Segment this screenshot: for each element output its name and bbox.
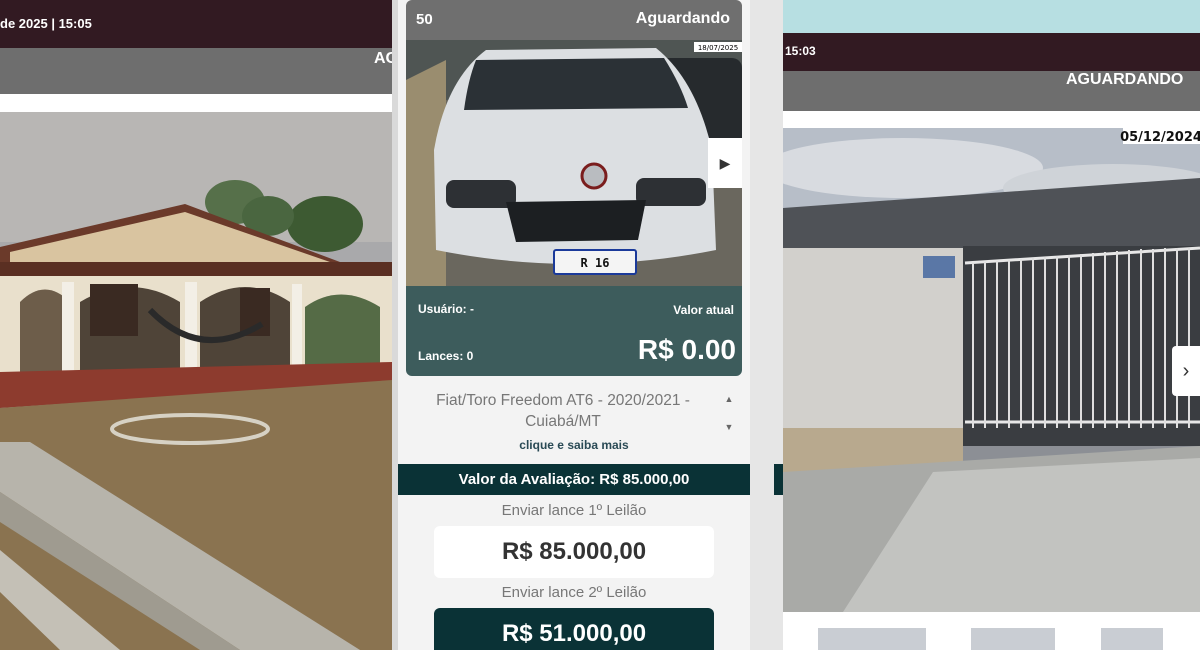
house-photo[interactable]	[0, 112, 392, 650]
car-photo-date: 18/07/2025	[698, 44, 738, 52]
top-band	[783, 0, 1200, 33]
listing-status-bar: AGUARDANDO	[783, 71, 1200, 111]
scroll-up-icon[interactable]: ▲	[722, 392, 736, 406]
description-scrollbar[interactable]: ▲ ▼	[722, 392, 736, 434]
bids-count: Lances: 0	[418, 349, 474, 363]
left-listing-card[interactable]: de 2025 | 15:05 AG	[0, 0, 392, 650]
listing-date-bar: 15:03	[783, 33, 1200, 71]
current-value: R$ 0.00	[637, 334, 736, 365]
lot-description: Fiat/Toro Freedom AT6 - 2020/2021 - Cuia…	[408, 390, 718, 432]
listing-status-bar: AG	[0, 48, 392, 94]
listing-datetime: de 2025 | 15:05	[0, 16, 92, 31]
first-auction-label: Enviar lance 1º Leilão	[501, 502, 647, 519]
car-photo[interactable]: R 16 18/07/2025 ▶	[406, 40, 742, 286]
lot-status: Aguardando	[635, 10, 730, 27]
listing-date-bar: de 2025 | 15:05	[0, 0, 392, 48]
evaluation-bar-edge	[774, 464, 783, 495]
play-icon: ▶	[719, 154, 731, 171]
card-divider	[750, 0, 783, 650]
next-photo-button[interactable]: ▶	[708, 138, 742, 188]
license-plate: R 16	[581, 256, 610, 270]
lot-header: 50 Aguardando	[406, 0, 742, 40]
listing-status: AG	[374, 50, 392, 67]
listing-status: AGUARDANDO	[1066, 71, 1184, 88]
scroll-down-icon[interactable]: ▼	[722, 420, 736, 434]
photo-thumbnail[interactable]	[818, 628, 926, 650]
bid-info-panel: Usuário: - Valor atual Lances: 0 R$ 0.00	[406, 286, 742, 376]
photo-thumbnail[interactable]	[1101, 628, 1163, 650]
house-photo[interactable]: 05/12/2024 ›	[783, 128, 1200, 612]
lot-number: 50	[416, 11, 433, 28]
listing-time: 15:03	[785, 44, 816, 58]
second-auction-bid-button[interactable]: R$ 51.000,00	[434, 608, 714, 650]
chevron-right-icon: ›	[1182, 359, 1190, 382]
evaluation-bar: Valor da Avaliação: R$ 85.000,00	[398, 464, 750, 495]
current-value-label: Valor atual	[673, 303, 734, 317]
user-label: Usuário: -	[418, 302, 475, 316]
center-listing-card[interactable]: 50 Aguardando R 16 18/07/2025 ▶ Usuário:…	[398, 0, 750, 650]
description-line: Fiat/Toro Freedom AT6 - 2020/2021 -	[436, 392, 690, 409]
second-auction-label: Enviar lance 2º Leilão	[501, 584, 647, 601]
description-line: Cuiabá/MT	[525, 413, 601, 430]
photo-thumbnail[interactable]	[971, 628, 1055, 650]
more-info-link[interactable]: clique e saiba mais	[398, 438, 750, 452]
next-photo-button[interactable]: ›	[1172, 346, 1200, 396]
first-auction-bid-button[interactable]: R$ 85.000,00	[434, 526, 714, 578]
right-listing-card[interactable]: 15:03 AGUARDANDO 05/12/2024 ›	[783, 0, 1200, 650]
house-photo-date: 05/12/2024	[1120, 130, 1200, 145]
